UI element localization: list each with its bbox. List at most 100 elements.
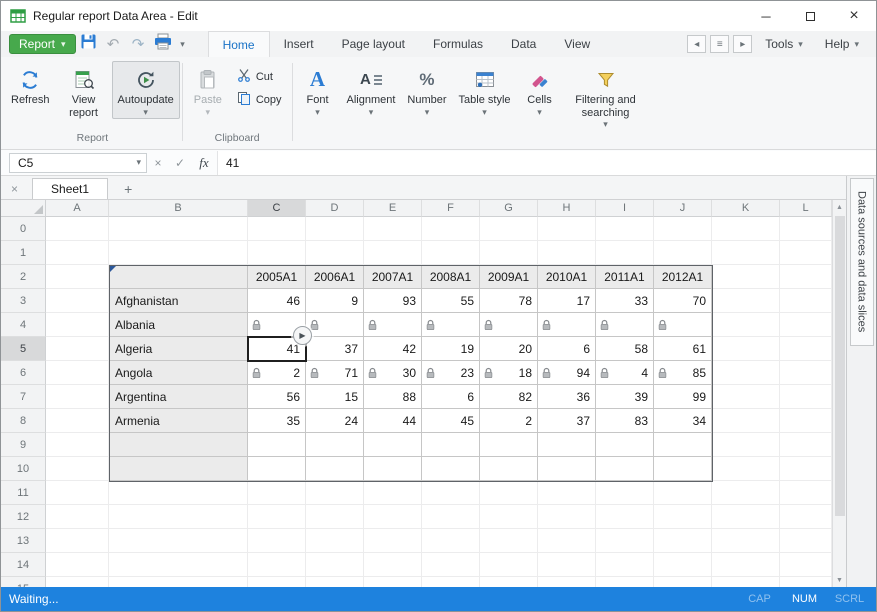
cell-D14[interactable] [306, 553, 364, 577]
cell-B11[interactable] [109, 481, 248, 505]
cell-K11[interactable] [712, 481, 780, 505]
cell-A11[interactable] [46, 481, 109, 505]
cell-C14[interactable] [248, 553, 306, 577]
cell-J12[interactable] [654, 505, 712, 529]
cell-B13[interactable] [109, 529, 248, 553]
ribbon-next-button[interactable]: ▸ [733, 35, 752, 53]
cell-D7[interactable]: 15 [306, 385, 364, 409]
cell-G3[interactable]: 78 [480, 289, 538, 313]
row-header-5[interactable]: 5 [1, 337, 46, 361]
cell-F9[interactable] [422, 433, 480, 457]
cell-C12[interactable] [248, 505, 306, 529]
cell-H8[interactable]: 37 [538, 409, 596, 433]
cell-J10[interactable] [654, 457, 712, 481]
cell-B14[interactable] [109, 553, 248, 577]
cell-C11[interactable] [248, 481, 306, 505]
cell-K4[interactable] [712, 313, 780, 337]
cell-J11[interactable] [654, 481, 712, 505]
cell-J1[interactable] [654, 241, 712, 265]
cell-L10[interactable] [780, 457, 832, 481]
cell-D6[interactable]: 71 [306, 361, 364, 385]
cell-D13[interactable] [306, 529, 364, 553]
cell-E15[interactable] [364, 577, 422, 587]
cell-K3[interactable] [712, 289, 780, 313]
row-header-1[interactable]: 1 [1, 241, 46, 265]
copy-button[interactable]: Copy [233, 91, 286, 108]
cell-D12[interactable] [306, 505, 364, 529]
tab-formulas[interactable]: Formulas [419, 31, 497, 57]
ribbon-layout-button[interactable]: ≡ [710, 35, 729, 53]
cell-J3[interactable]: 70 [654, 289, 712, 313]
cell-A5[interactable] [46, 337, 109, 361]
cell-C6[interactable]: 2 [248, 361, 306, 385]
cell-L14[interactable] [780, 553, 832, 577]
cell-L7[interactable] [780, 385, 832, 409]
cell-L15[interactable] [780, 577, 832, 587]
cell-D2[interactable]: 2006A1 [306, 265, 364, 289]
cell-C15[interactable] [248, 577, 306, 587]
cell-G12[interactable] [480, 505, 538, 529]
cell-C0[interactable] [248, 217, 306, 241]
cell-G5[interactable]: 20 [480, 337, 538, 361]
add-sheet-button[interactable]: + [124, 182, 132, 196]
cell-C8[interactable]: 35 [248, 409, 306, 433]
cell-K8[interactable] [712, 409, 780, 433]
cell-B5[interactable]: Algeria [109, 337, 248, 361]
cell-A6[interactable] [46, 361, 109, 385]
cell-G14[interactable] [480, 553, 538, 577]
row-header-8[interactable]: 8 [1, 409, 46, 433]
cell-C1[interactable] [248, 241, 306, 265]
cell-L13[interactable] [780, 529, 832, 553]
cell-J14[interactable] [654, 553, 712, 577]
cell-H11[interactable] [538, 481, 596, 505]
cell-B3[interactable]: Afghanistan [109, 289, 248, 313]
cell-name-box[interactable]: C5 ▾ [9, 153, 147, 173]
cell-A12[interactable] [46, 505, 109, 529]
cell-K15[interactable] [712, 577, 780, 587]
cell-I10[interactable] [596, 457, 654, 481]
cell-A2[interactable] [46, 265, 109, 289]
row-header-3[interactable]: 3 [1, 289, 46, 313]
cell-H3[interactable]: 17 [538, 289, 596, 313]
cell-E4[interactable] [364, 313, 422, 337]
cell-J4[interactable] [654, 313, 712, 337]
cell-G4[interactable] [480, 313, 538, 337]
cell-C3[interactable]: 46 [248, 289, 306, 313]
cell-K0[interactable] [712, 217, 780, 241]
quick-access-caret-button[interactable]: ▾ [176, 33, 190, 55]
tools-menu[interactable]: Tools ▾ [756, 37, 812, 51]
cell-J8[interactable]: 34 [654, 409, 712, 433]
close-button[interactable]: × [832, 1, 876, 31]
cell-A13[interactable] [46, 529, 109, 553]
minimize-button[interactable]: ─ [744, 1, 788, 31]
cell-A14[interactable] [46, 553, 109, 577]
tab-insert[interactable]: Insert [270, 31, 328, 57]
cell-D0[interactable] [306, 217, 364, 241]
cut-button[interactable]: Cut [233, 68, 286, 85]
cell-D1[interactable] [306, 241, 364, 265]
confirm-entry-button[interactable]: ✓ [169, 156, 191, 170]
cell-F2[interactable]: 2008A1 [422, 265, 480, 289]
cell-H6[interactable]: 94 [538, 361, 596, 385]
view-report-button[interactable]: View report [56, 61, 112, 121]
cell-H1[interactable] [538, 241, 596, 265]
cell-H2[interactable]: 2010A1 [538, 265, 596, 289]
cell-K10[interactable] [712, 457, 780, 481]
cell-H12[interactable] [538, 505, 596, 529]
cell-G11[interactable] [480, 481, 538, 505]
cell-K9[interactable] [712, 433, 780, 457]
cell-A8[interactable] [46, 409, 109, 433]
tab-home[interactable]: Home [208, 31, 270, 57]
cancel-entry-button[interactable]: × [147, 156, 169, 170]
cell-B12[interactable] [109, 505, 248, 529]
cell-I11[interactable] [596, 481, 654, 505]
cell-E0[interactable] [364, 217, 422, 241]
table-style-button[interactable]: Table style ▾ [453, 61, 517, 119]
cells-button[interactable]: Cells ▾ [517, 61, 563, 119]
cell-G9[interactable] [480, 433, 538, 457]
tab-view[interactable]: View [550, 31, 604, 57]
cell-K12[interactable] [712, 505, 780, 529]
cell-J2[interactable]: 2012A1 [654, 265, 712, 289]
cell-D9[interactable] [306, 433, 364, 457]
cell-A15[interactable] [46, 577, 109, 587]
